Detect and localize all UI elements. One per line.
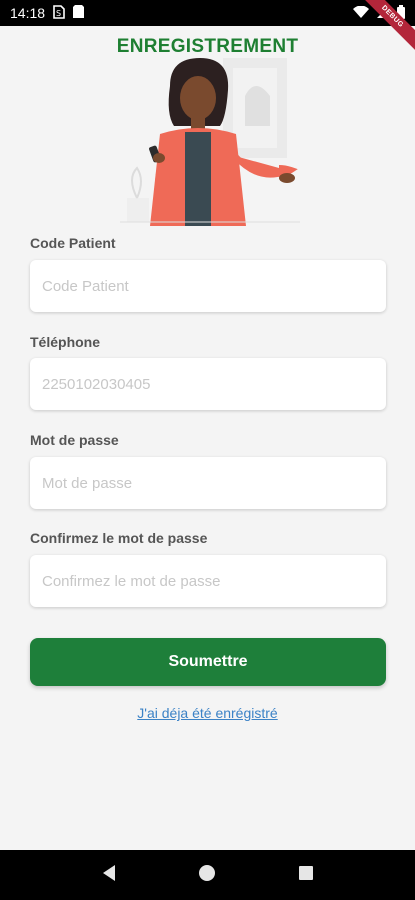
confirm-password-input[interactable] xyxy=(30,555,386,607)
patient-code-input[interactable] xyxy=(30,260,386,312)
home-icon[interactable] xyxy=(198,864,216,887)
patient-code-label: Code Patient xyxy=(30,235,116,251)
submit-button[interactable]: Soumettre xyxy=(30,638,386,686)
navigation-bar xyxy=(0,850,415,900)
password-label: Mot de passe xyxy=(30,432,119,448)
back-icon[interactable] xyxy=(101,864,117,887)
svg-text:S: S xyxy=(56,9,61,18)
phone-input[interactable] xyxy=(30,358,386,410)
confirm-password-label: Confirmez le mot de passe xyxy=(30,530,208,546)
already-registered-link[interactable]: J'ai déja été enrégistré xyxy=(0,705,415,721)
recents-icon[interactable] xyxy=(298,865,314,886)
status-time: 14:18 xyxy=(10,5,46,21)
storage-icon xyxy=(73,5,85,21)
sim-icon: S xyxy=(53,4,65,22)
registration-illustration xyxy=(120,58,300,226)
password-input[interactable] xyxy=(30,457,386,509)
wifi-icon xyxy=(353,5,369,21)
page-title: ENREGISTREMENT xyxy=(116,36,299,57)
status-bar: 14:18 S xyxy=(0,0,415,26)
phone-label: Téléphone xyxy=(30,334,101,350)
